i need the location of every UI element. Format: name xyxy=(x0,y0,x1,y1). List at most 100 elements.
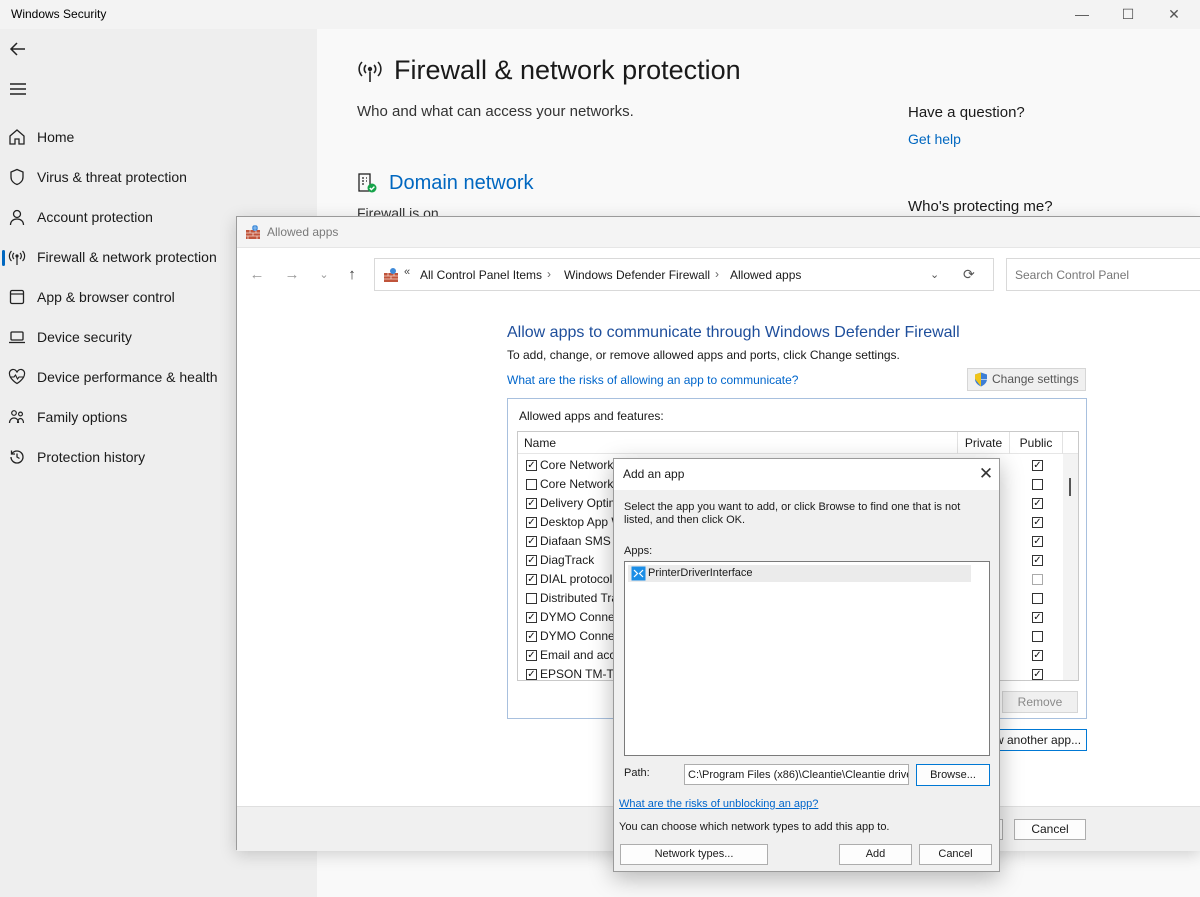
firewall-brick-icon xyxy=(245,224,261,240)
allowed-apps-group-label: Allowed apps and features: xyxy=(519,409,664,423)
search-box[interactable] xyxy=(1006,258,1200,291)
enable-checkbox[interactable] xyxy=(526,479,537,490)
sidebar-item-home[interactable]: Home xyxy=(0,120,317,156)
enable-checkbox[interactable]: ✓ xyxy=(526,650,537,661)
get-help-link[interactable]: Get help xyxy=(908,131,961,147)
public-checkbox[interactable]: ✓ xyxy=(1032,669,1043,680)
sidebar-item-label: Protection history xyxy=(37,449,146,465)
sidebar-item-label: Family options xyxy=(37,409,128,425)
app-name: DYMO Connect xyxy=(540,610,625,624)
person-icon xyxy=(8,208,26,226)
close-button[interactable]: ✕ xyxy=(1159,4,1189,24)
unblock-risks-link[interactable]: What are the risks of unblocking an app? xyxy=(619,798,818,810)
public-checkbox[interactable] xyxy=(1032,593,1043,604)
add-app-dialog: Add an app ✕ Select the app you want to … xyxy=(613,458,1000,872)
allowed-apps-titlebar: Allowed apps xyxy=(237,217,1200,248)
hamburger-menu-icon[interactable] xyxy=(8,79,28,99)
list-header: Name Private Public xyxy=(518,432,1078,454)
apps-label: Apps: xyxy=(624,545,653,557)
up-arrow-icon[interactable]: ↑ xyxy=(343,266,361,284)
app-name: DiagTrack xyxy=(540,553,595,567)
public-checkbox[interactable] xyxy=(1032,574,1043,585)
dialog-close-button[interactable]: ✕ xyxy=(976,463,996,485)
minimize-button[interactable]: — xyxy=(1067,4,1097,24)
public-checkbox[interactable] xyxy=(1032,479,1043,490)
sidebar-item-label: App & browser control xyxy=(37,289,175,305)
enable-checkbox[interactable]: ✓ xyxy=(526,460,537,471)
cancel-button[interactable]: Cancel xyxy=(1014,819,1086,840)
path-label: Path: xyxy=(624,767,650,779)
path-input[interactable] xyxy=(684,764,909,785)
window-title: Windows Security xyxy=(11,7,107,21)
refresh-icon[interactable]: ⟳ xyxy=(963,266,975,283)
network-types-button[interactable]: Network types... xyxy=(620,844,768,865)
public-checkbox[interactable]: ✓ xyxy=(1032,460,1043,471)
dialog-cancel-button[interactable]: Cancel xyxy=(919,844,992,865)
enable-checkbox[interactable]: ✓ xyxy=(526,669,537,680)
dialog-titlebar: Add an app ✕ xyxy=(614,459,999,490)
breadcrumb-firewall[interactable]: Windows Defender Firewall xyxy=(564,268,710,282)
back-arrow-icon[interactable] xyxy=(8,39,28,59)
uac-shield-icon xyxy=(974,372,988,387)
add-button[interactable]: Add xyxy=(839,844,912,865)
remove-button[interactable]: Remove xyxy=(1002,691,1078,713)
list-scrollbar[interactable] xyxy=(1063,454,1078,680)
browse-button[interactable]: Browse... xyxy=(916,764,990,786)
recent-locations-chevron-icon[interactable]: ⌄ xyxy=(315,266,333,284)
explorer-toolbar: ← → ⌄ ↑ « All Control Panel Items › Wind… xyxy=(237,248,1200,302)
forward-arrow-icon[interactable]: → xyxy=(283,266,301,284)
home-icon xyxy=(8,128,26,146)
scrollbar-thumb[interactable] xyxy=(1069,478,1071,496)
change-settings-button[interactable]: Change settings xyxy=(967,368,1086,391)
address-dropdown-icon[interactable]: ⌄ xyxy=(930,268,939,281)
back-arrow-icon[interactable]: ← xyxy=(248,266,266,284)
dialog-instructions: Select the app you want to add, or click… xyxy=(624,501,961,526)
page-subtitle: Who and what can access your networks. xyxy=(357,103,634,120)
breadcrumb-separator: › xyxy=(547,267,551,281)
domain-network-link[interactable]: Domain network xyxy=(389,172,534,195)
enable-checkbox[interactable]: ✓ xyxy=(526,517,537,528)
address-overflow-chevron[interactable]: « xyxy=(404,266,410,278)
public-checkbox[interactable] xyxy=(1032,631,1043,642)
help-heading: Have a question? xyxy=(908,104,1025,121)
search-input[interactable] xyxy=(1015,268,1195,282)
public-checkbox[interactable]: ✓ xyxy=(1032,612,1043,623)
enable-checkbox[interactable]: ✓ xyxy=(526,574,537,585)
sidebar-item-label: Device performance & health xyxy=(37,369,218,385)
public-checkbox[interactable]: ✓ xyxy=(1032,555,1043,566)
allow-risks-link[interactable]: What are the risks of allowing an app to… xyxy=(507,373,798,387)
column-header-private[interactable]: Private xyxy=(958,432,1010,454)
laptop-icon xyxy=(8,328,26,346)
dialog-title: Add an app xyxy=(623,467,685,481)
change-settings-label: Change settings xyxy=(992,372,1079,386)
history-icon xyxy=(8,448,26,466)
address-bar[interactable]: « All Control Panel Items › Windows Defe… xyxy=(374,258,994,291)
list-item[interactable]: PrinterDriverInterface xyxy=(628,565,971,582)
public-checkbox[interactable]: ✓ xyxy=(1032,498,1043,509)
apps-list[interactable]: PrinterDriverInterface xyxy=(624,561,990,756)
enable-checkbox[interactable] xyxy=(526,593,537,604)
column-header-name[interactable]: Name xyxy=(518,432,958,454)
network-types-note: You can choose which network types to ad… xyxy=(619,821,890,833)
sidebar-item-label: Virus & threat protection xyxy=(37,169,187,185)
breadcrumb-control-panel-items[interactable]: All Control Panel Items xyxy=(420,268,542,282)
column-header-public[interactable]: Public xyxy=(1010,432,1063,454)
enable-checkbox[interactable]: ✓ xyxy=(526,631,537,642)
breadcrumb-allowed-apps[interactable]: Allowed apps xyxy=(730,268,801,282)
enable-checkbox[interactable]: ✓ xyxy=(526,612,537,623)
antenna-icon xyxy=(8,248,26,266)
enable-checkbox[interactable]: ✓ xyxy=(526,498,537,509)
sidebar-item-label: Account protection xyxy=(37,209,153,225)
heart-pulse-icon xyxy=(8,368,26,386)
public-checkbox[interactable]: ✓ xyxy=(1032,650,1043,661)
public-checkbox[interactable]: ✓ xyxy=(1032,517,1043,528)
sidebar-item-label: Device security xyxy=(37,329,132,345)
maximize-button[interactable]: ☐ xyxy=(1113,4,1143,24)
antenna-icon xyxy=(357,59,383,83)
enable-checkbox[interactable]: ✓ xyxy=(526,536,537,547)
enable-checkbox[interactable]: ✓ xyxy=(526,555,537,566)
who-protecting-heading: Who's protecting me? xyxy=(908,198,1053,215)
public-checkbox[interactable]: ✓ xyxy=(1032,536,1043,547)
shield-icon xyxy=(8,168,26,186)
sidebar-item-virus[interactable]: Virus & threat protection xyxy=(0,160,317,196)
